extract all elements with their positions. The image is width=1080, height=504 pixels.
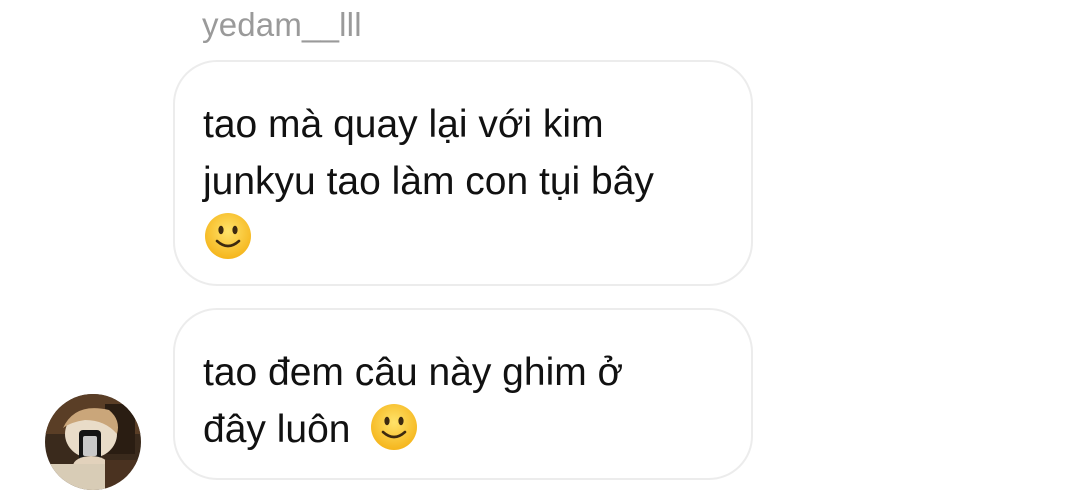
message-text-line: junkyu tao làm con tụi bây xyxy=(203,160,654,203)
slightly-smiling-face-icon xyxy=(203,211,253,261)
message-bubble[interactable]: tao đem câu này ghim ở đây luôn xyxy=(173,308,753,480)
slightly-smiling-face-icon xyxy=(369,402,419,452)
message-text-line: tao đem câu này ghim ở xyxy=(203,351,624,394)
sender-name: yedam__lll xyxy=(202,6,362,43)
message-bubble[interactable]: tao mà quay lại với kim junkyu tao làm c… xyxy=(173,60,753,286)
user-avatar[interactable] xyxy=(45,394,141,490)
message-text-line: tao mà quay lại với kim xyxy=(203,103,604,146)
message-text-line: đây luôn xyxy=(203,408,351,451)
user-avatar-photo-icon xyxy=(45,394,141,490)
